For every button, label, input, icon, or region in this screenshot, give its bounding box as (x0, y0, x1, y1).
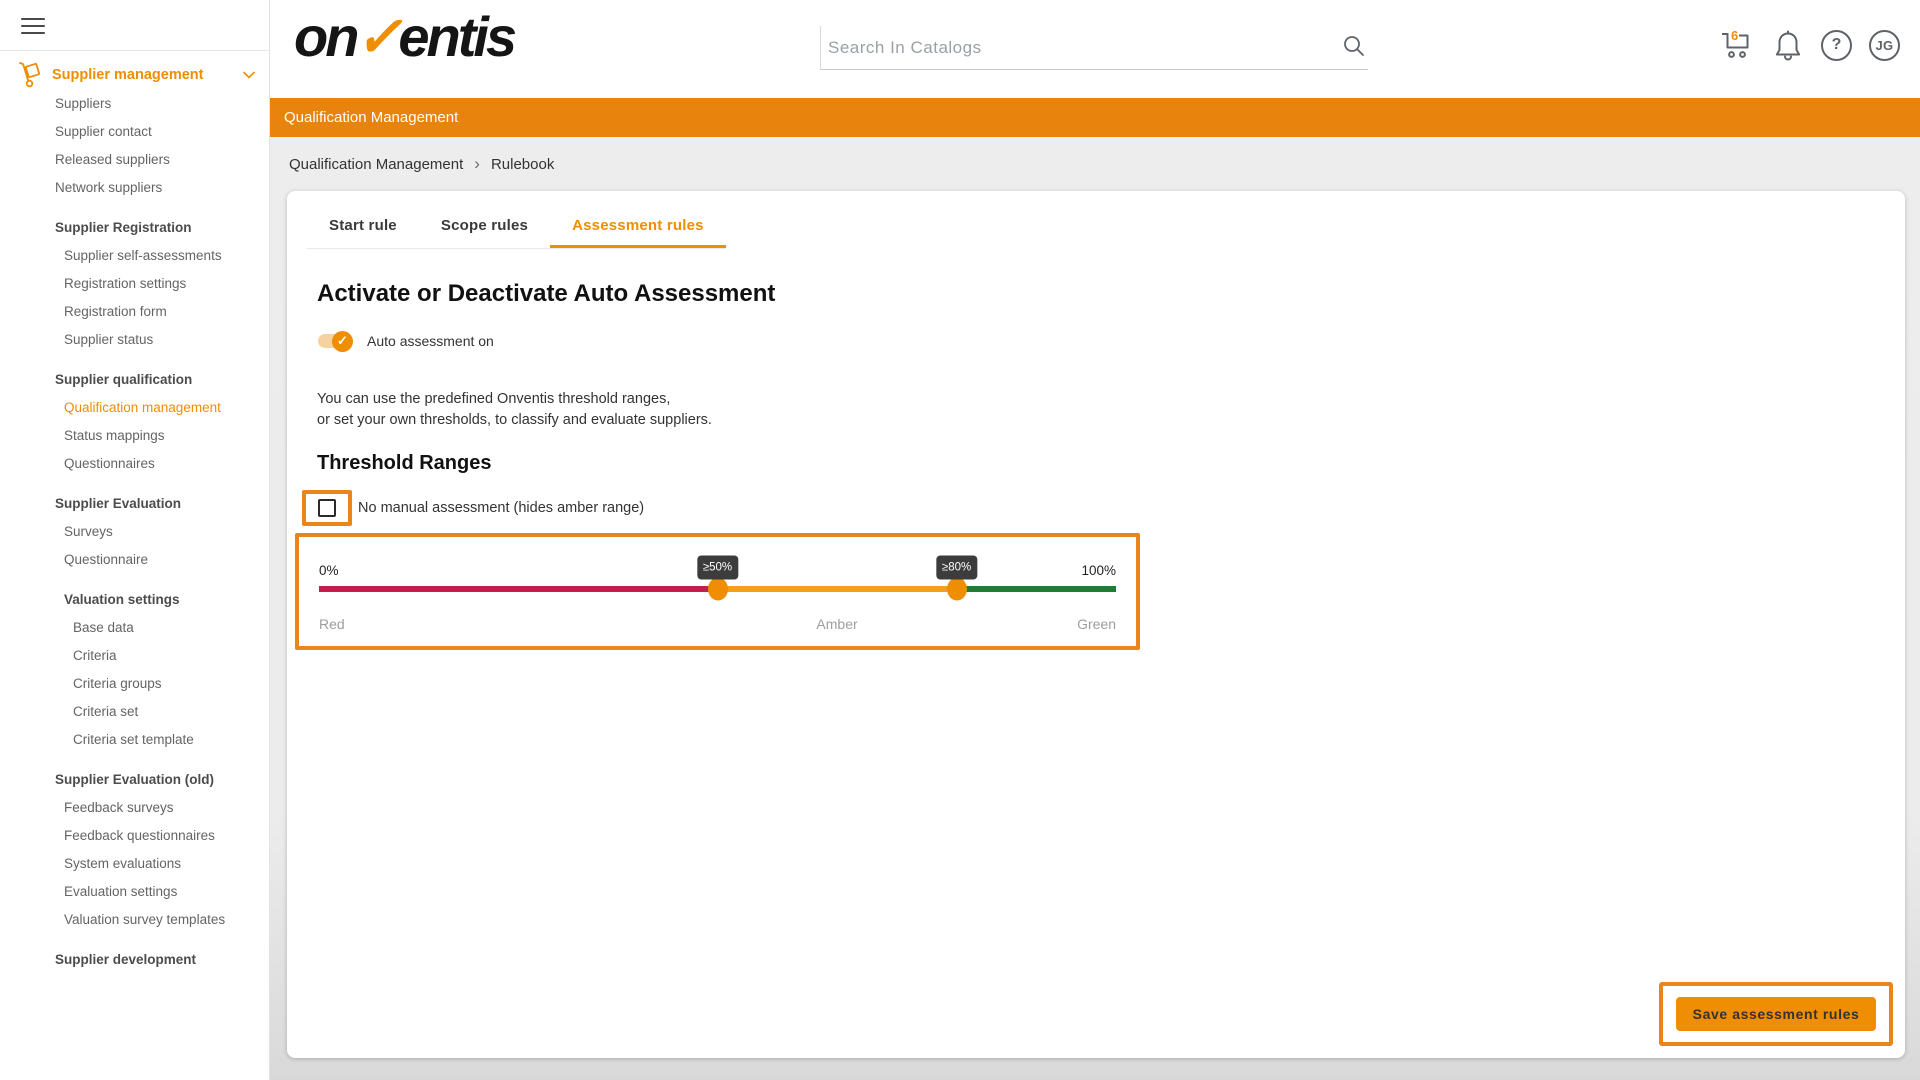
zone-label-green: Green (1077, 616, 1116, 632)
sidebar-item-supplier-status[interactable]: Supplier status (0, 326, 269, 354)
slider-min-label: 0% (319, 563, 339, 578)
menu-icon[interactable] (21, 18, 45, 34)
checkbox-highlight-box (302, 490, 352, 526)
save-button-highlight-box: Save assessment rules (1659, 982, 1893, 1046)
sidebar-item-released-suppliers[interactable]: Released suppliers (0, 146, 269, 174)
hand-truck-icon (17, 61, 43, 89)
slider-max-label: 100% (1081, 563, 1116, 578)
sidebar-section-supplier-evaluation-old: Supplier Evaluation (old) (55, 772, 215, 787)
sidebar-section-supplier-development: Supplier development (55, 952, 197, 967)
slider-lower-handle[interactable]: ≥50% (696, 555, 739, 601)
slider-upper-handle[interactable]: ≥80% (935, 555, 978, 601)
breadcrumb-current: Rulebook (490, 155, 555, 173)
description-line-1: You can use the predefined Onventis thre… (317, 391, 671, 407)
sidebar-item-evaluation-settings[interactable]: Evaluation settings (0, 878, 269, 906)
description-text: You can use the predefined Onventis thre… (317, 389, 1875, 431)
slider-green-segment (956, 586, 1116, 592)
chevron-down-icon (243, 71, 255, 79)
toggle-thumb-check-icon: ✓ (332, 330, 353, 352)
sidebar-item-feedback-questionnaires[interactable]: Feedback questionnaires (0, 822, 269, 850)
main-column: on✓entis 6 (270, 0, 1920, 1080)
search-icon[interactable] (1342, 34, 1366, 63)
sidebar-item-suppliers[interactable]: Suppliers (0, 90, 269, 118)
help-icon: ? (1821, 29, 1852, 61)
sidebar-item-criteria[interactable]: Criteria (0, 642, 269, 670)
slider-highlight-box: 0% 100% ≥50% ≥80% Red Amber Green (295, 533, 1140, 650)
sidebar: Supplier management Suppliers Supplier co… (0, 0, 270, 1080)
sidebar-root-label: Supplier management (52, 67, 204, 83)
sidebar-section-supplier-qualification: Supplier qualification (55, 372, 193, 387)
slider-upper-tooltip: ≥80% (935, 555, 978, 580)
toggle-label: Auto assessment on (367, 333, 494, 349)
cart-badge: 6 (1731, 28, 1739, 43)
header-icons: 6 ? JG (1719, 28, 1900, 62)
sidebar-item-supplier-self-assessments[interactable]: Supplier self-assessments (0, 242, 269, 270)
slider-amber-segment (717, 586, 957, 592)
onventis-logo: on✓entis (294, 4, 517, 70)
rulebook-card: Start rule Scope rules Assessment rules Ac… (287, 191, 1905, 1058)
tab-bar: Start rule Scope rules Assessment rules (307, 203, 726, 249)
save-assessment-rules-button[interactable]: Save assessment rules (1676, 997, 1876, 1031)
bell-icon (1775, 30, 1801, 61)
sidebar-section-supplier-evaluation: Supplier Evaluation (55, 496, 182, 511)
sidebar-item-registration-form[interactable]: Registration form (0, 298, 269, 326)
slider-lower-tooltip: ≥50% (696, 555, 739, 580)
zone-label-red: Red (319, 616, 345, 632)
search-input[interactable] (821, 26, 1368, 69)
sidebar-item-network-suppliers[interactable]: Network suppliers (0, 174, 269, 202)
logo-check-icon: ✓ (355, 5, 402, 68)
sidebar-item-criteria-set-template[interactable]: Criteria set template (0, 726, 269, 754)
sidebar-section-supplier-registration: Supplier Registration (55, 220, 192, 235)
breadcrumb-parent[interactable]: Qualification Management (289, 156, 463, 173)
no-manual-assessment-checkbox[interactable] (318, 499, 336, 517)
logo-text-entis: entis (398, 5, 517, 68)
sidebar-item-system-evaluations[interactable]: System evaluations (0, 850, 269, 878)
checkbox-label: No manual assessment (hides amber range) (358, 500, 645, 516)
tab-scope-rules[interactable]: Scope rules (419, 203, 550, 248)
help-button[interactable]: ? (1821, 29, 1852, 61)
sidebar-item-base-data[interactable]: Base data (0, 614, 269, 642)
sidebar-item-supplier-management[interactable]: Supplier management (0, 60, 269, 90)
threshold-slider[interactable]: ≥50% ≥80% (319, 555, 1116, 601)
sidebar-item-supplier-contact[interactable]: Supplier contact (0, 118, 269, 146)
notifications-button[interactable] (1772, 28, 1804, 62)
sidebar-item-qualification-management[interactable]: Qualification management (0, 394, 269, 422)
logo-text-on: on (294, 5, 359, 68)
catalog-search (820, 26, 1368, 70)
sidebar-section-valuation-settings: Valuation settings (64, 592, 180, 607)
slider-red-segment (319, 586, 718, 592)
top-header: on✓entis 6 (270, 0, 1920, 98)
breadcrumb: Qualification Management › Rulebook (270, 137, 1920, 191)
breadcrumb-separator: › (474, 154, 480, 173)
threshold-ranges-heading: Threshold Ranges (317, 452, 492, 474)
content-area: Qualification Management › Rulebook Star… (270, 137, 1920, 1080)
sidebar-item-valuation-survey-templates[interactable]: Valuation survey templates (0, 906, 269, 934)
sidebar-item-criteria-groups[interactable]: Criteria groups (0, 670, 269, 698)
auto-assessment-toggle[interactable]: ✓ (318, 330, 353, 352)
page-banner: Qualification Management (270, 98, 1920, 137)
slider-zone-labels: Red Amber Green (319, 616, 1116, 633)
app-root: Supplier management Suppliers Supplier co… (0, 0, 1920, 1080)
no-manual-assessment-row: No manual assessment (hides amber range) (302, 490, 1875, 526)
auto-assessment-toggle-row: ✓ Auto assessment on (317, 330, 1875, 352)
description-line-2: or set your own thresholds, to classify … (317, 412, 712, 428)
sidebar-item-surveys[interactable]: Surveys (0, 518, 269, 546)
sidebar-item-questionnaire[interactable]: Questionnaire (0, 546, 269, 574)
cart-button[interactable]: 6 (1719, 28, 1755, 61)
sidebar-item-criteria-set[interactable]: Criteria set (0, 698, 269, 726)
sidebar-item-feedback-surveys[interactable]: Feedback surveys (0, 794, 269, 822)
avatar: JG (1869, 29, 1900, 61)
user-avatar[interactable]: JG (1869, 29, 1900, 61)
sidebar-nav: Supplier management Suppliers Supplier co… (0, 51, 269, 974)
sidebar-item-status-mappings[interactable]: Status mappings (0, 422, 269, 450)
sidebar-item-questionnaires[interactable]: Questionnaires (0, 450, 269, 478)
sidebar-item-registration-settings[interactable]: Registration settings (0, 270, 269, 298)
page-title: Activate or Deactivate Auto Assessment (317, 280, 776, 307)
zone-label-amber: Amber (816, 616, 858, 632)
tab-start-rule[interactable]: Start rule (307, 203, 419, 248)
banner-title: Qualification Management (284, 109, 459, 126)
tab-assessment-rules[interactable]: Assessment rules (550, 203, 726, 248)
